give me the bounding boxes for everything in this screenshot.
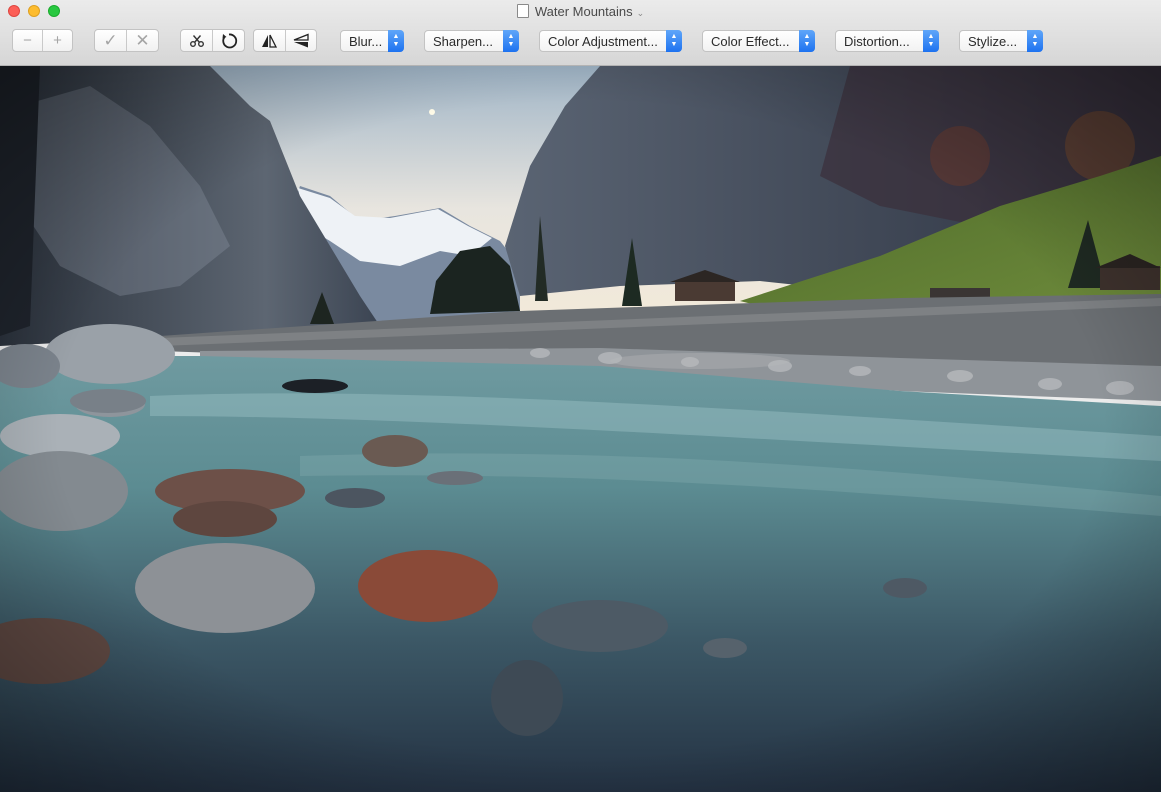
zoom-in-button[interactable]: + [42, 30, 72, 51]
updown-chevron-icon: ▲ ▼ [923, 30, 939, 52]
blur-popup-label: Blur... [349, 34, 383, 49]
river-valley-photo [0, 66, 1161, 792]
updown-chevron-icon: ▲ ▼ [388, 30, 404, 52]
rotate-button[interactable] [212, 30, 244, 51]
window-title-text: Water Mountains [534, 4, 633, 19]
sharpen-popup-label: Sharpen... [433, 34, 493, 49]
flip-control [253, 29, 317, 52]
stylize-popup-label: Stylize... [968, 34, 1018, 49]
blur-popup[interactable]: Blur... ▲ ▼ [340, 30, 404, 52]
chevron-down-icon: ⌄ [636, 8, 645, 18]
stylize-popup[interactable]: Stylize... ▲ ▼ [959, 30, 1043, 52]
apply-button[interactable]: ✓ [95, 30, 126, 51]
zoom-out-button[interactable]: − [13, 30, 42, 51]
crop-button[interactable] [181, 30, 212, 51]
apply-cancel-control: ✓ ✕ [94, 29, 159, 52]
rotate-icon [221, 33, 237, 48]
crop-rotate-control [180, 29, 245, 52]
updown-chevron-icon: ▲ ▼ [503, 30, 519, 52]
distortion-popup-label: Distortion... [844, 34, 910, 49]
title-toolbar: Water Mountains ⌄ − + ✓ ✕ Blur... ▲ ▼ Sh… [0, 0, 1161, 66]
window-title[interactable]: Water Mountains ⌄ [0, 3, 1161, 22]
scissors-icon [189, 34, 204, 47]
color-effect-popup[interactable]: Color Effect... ▲ ▼ [702, 30, 815, 52]
image-canvas[interactable] [0, 66, 1161, 792]
cancel-button[interactable]: ✕ [126, 30, 158, 51]
document-icon [516, 4, 529, 18]
distortion-popup[interactable]: Distortion... ▲ ▼ [835, 30, 939, 52]
zoom-control: − + [12, 29, 73, 52]
flip-vertical-icon [293, 33, 309, 47]
flip-horizontal-button[interactable] [254, 30, 285, 51]
updown-chevron-icon: ▲ ▼ [666, 30, 682, 52]
color-adjustment-popup[interactable]: Color Adjustment... ▲ ▼ [539, 30, 682, 52]
flip-horizontal-icon [262, 34, 278, 48]
flip-vertical-button[interactable] [284, 30, 317, 51]
app-window: Water Mountains ⌄ − + ✓ ✕ Blur... ▲ ▼ Sh… [0, 0, 1161, 792]
updown-chevron-icon: ▲ ▼ [1027, 30, 1043, 52]
sharpen-popup[interactable]: Sharpen... ▲ ▼ [424, 30, 519, 52]
color-adjustment-popup-label: Color Adjustment... [548, 34, 658, 49]
updown-chevron-icon: ▲ ▼ [799, 30, 815, 52]
color-effect-popup-label: Color Effect... [711, 34, 790, 49]
